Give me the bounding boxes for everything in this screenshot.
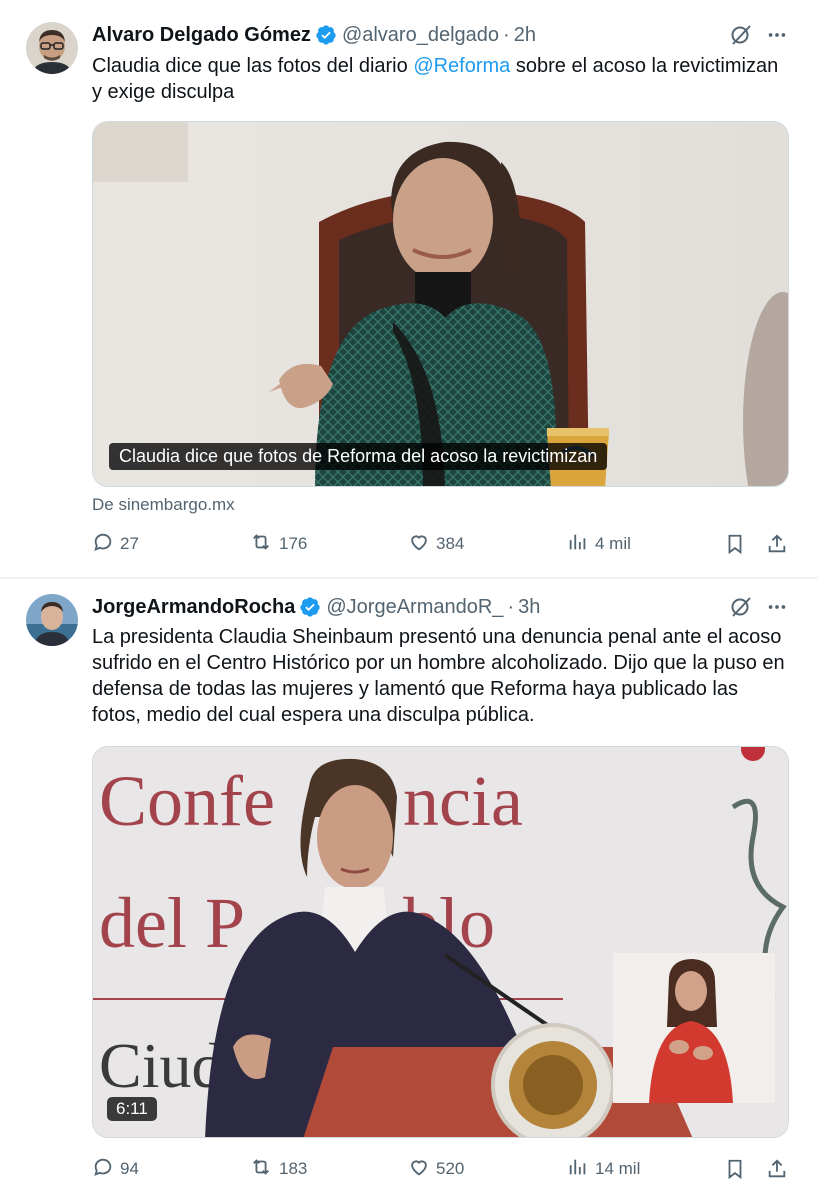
video-player[interactable]: Confe ncia del P blo Ciud 6:11 <box>92 746 789 1138</box>
more-icon[interactable] <box>762 20 792 50</box>
bookmark-icon[interactable] <box>724 1153 752 1185</box>
like-button[interactable]: 520 <box>408 1153 464 1185</box>
backdrop-text: ncia <box>403 761 523 841</box>
like-icon <box>408 531 436 558</box>
timestamp[interactable]: 3h <box>518 596 540 619</box>
tweet-header: Alvaro Delgado Gómez @alvaro_delgado · 2… <box>92 20 536 50</box>
views-button[interactable]: 4 mil <box>567 528 631 560</box>
bookmark-icon[interactable] <box>724 528 752 560</box>
backdrop-text: del P <box>99 883 245 963</box>
action-bar: 94 183 520 14 mil <box>92 1153 792 1185</box>
views-icon <box>567 1156 595 1183</box>
views-count: 4 mil <box>595 534 631 553</box>
tweet-card[interactable]: JorgeArmandoRocha @JorgeArmandoR_ · 3h L… <box>0 578 818 1200</box>
action-bar: 27 176 384 4 mil <box>92 528 792 560</box>
views-count: 14 mil <box>595 1159 641 1178</box>
author-name[interactable]: Alvaro Delgado Gómez <box>92 24 311 47</box>
author-handle[interactable]: @alvaro_delgado <box>342 24 499 47</box>
reply-icon <box>92 531 120 558</box>
share-icon[interactable] <box>766 1153 794 1185</box>
retweet-count: 176 <box>279 534 308 553</box>
tweet-text-part: Claudia dice que las fotos del diario <box>92 55 414 77</box>
reply-button[interactable]: 27 <box>92 528 139 560</box>
retweet-icon <box>249 1156 279 1183</box>
author-name[interactable]: JorgeArmandoRocha <box>92 596 295 619</box>
link-source[interactable]: De sinembargo.mx <box>92 495 235 515</box>
like-button[interactable]: 384 <box>408 528 464 560</box>
mention-link[interactable]: @Reforma <box>413 55 510 77</box>
like-count: 520 <box>436 1159 465 1178</box>
backdrop-text: Confe <box>99 761 275 841</box>
verified-badge-icon <box>299 596 321 618</box>
video-duration: 6:11 <box>107 1097 157 1121</box>
views-icon <box>567 531 595 558</box>
retweet-button[interactable]: 183 <box>249 1153 307 1185</box>
views-button[interactable]: 14 mil <box>567 1153 640 1185</box>
separator: · <box>507 595 515 618</box>
like-count: 384 <box>436 534 465 553</box>
retweet-button[interactable]: 176 <box>249 528 307 560</box>
backdrop-text: Ciud <box>99 1030 223 1101</box>
tweet-header: JorgeArmandoRocha @JorgeArmandoR_ · 3h <box>92 592 540 622</box>
avatar[interactable] <box>26 594 78 646</box>
reply-icon <box>92 1156 120 1183</box>
reply-button[interactable]: 94 <box>92 1153 139 1185</box>
reply-count: 27 <box>120 534 139 553</box>
divider <box>0 578 818 579</box>
reply-count: 94 <box>120 1159 139 1178</box>
author-handle[interactable]: @JorgeArmandoR_ <box>326 596 503 619</box>
separator: · <box>503 23 510 46</box>
like-icon <box>408 1156 436 1183</box>
retweet-icon <box>249 531 279 558</box>
verified-badge-icon <box>315 24 337 46</box>
grok-icon[interactable] <box>726 592 756 622</box>
more-icon[interactable] <box>762 592 792 622</box>
retweet-count: 183 <box>279 1159 308 1178</box>
media-caption: Claudia dice que fotos de Reforma del ac… <box>109 443 608 470</box>
timestamp[interactable]: 2h <box>514 24 536 47</box>
link-card-image[interactable]: Claudia dice que fotos de Reforma del ac… <box>92 121 789 487</box>
tweet-text: Claudia dice que las fotos del diario @R… <box>92 53 792 105</box>
share-icon[interactable] <box>766 528 794 560</box>
avatar[interactable] <box>26 22 78 74</box>
tweet-text: La presidenta Claudia Sheinbaum presentó… <box>92 626 785 726</box>
grok-icon[interactable] <box>726 20 756 50</box>
tweet-card[interactable]: Alvaro Delgado Gómez @alvaro_delgado · 2… <box>0 0 818 578</box>
